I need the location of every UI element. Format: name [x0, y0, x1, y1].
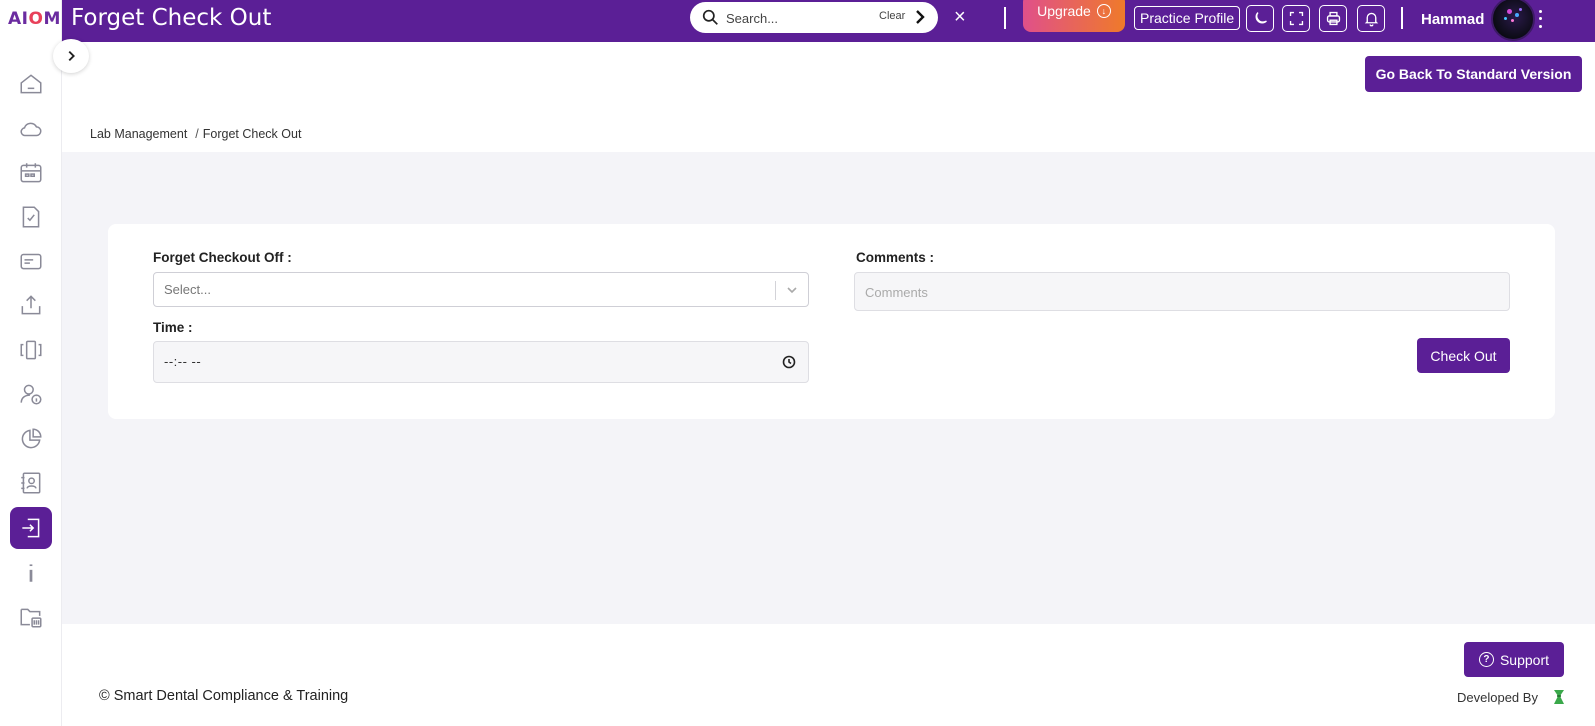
time-input[interactable]: --:-- --	[153, 341, 809, 383]
forget-checkout-label: Forget Checkout Off :	[153, 250, 292, 265]
developed-by-text: Developed By	[1457, 690, 1538, 705]
breadcrumb: Lab Management / Forget Check Out	[90, 127, 301, 141]
home-icon	[20, 74, 42, 94]
avatar[interactable]	[1491, 0, 1535, 41]
search-input[interactable]	[726, 8, 866, 28]
sidebar-item-home[interactable]	[10, 63, 52, 105]
dark-mode-button[interactable]	[1246, 5, 1274, 32]
compare-icon	[20, 340, 42, 360]
select-placeholder: Select...	[164, 282, 211, 297]
developer-logo-icon[interactable]	[1552, 688, 1566, 706]
print-icon	[1326, 11, 1340, 26]
upgrade-button[interactable]: Upgrade ↓	[1023, 0, 1125, 32]
bell-icon	[1364, 12, 1378, 27]
standard-version-button[interactable]: Go Back To Standard Version	[1365, 56, 1582, 92]
search-icon	[702, 9, 719, 26]
help-circle-icon: ?	[1478, 652, 1494, 667]
more-options-icon[interactable]	[1535, 5, 1545, 33]
breadcrumb-separator: /	[195, 127, 199, 141]
breadcrumb-parent[interactable]: Lab Management	[90, 127, 187, 141]
clock-icon[interactable]	[782, 355, 796, 369]
sidebar-item-cloud[interactable]	[10, 108, 52, 150]
comments-input[interactable]	[865, 283, 1485, 301]
practice-profile-button[interactable]: Practice Profile	[1134, 6, 1241, 30]
sidebar-item-archive[interactable]	[10, 596, 52, 638]
header-divider	[1401, 7, 1403, 29]
pie-chart-icon	[21, 428, 42, 449]
select-divider	[775, 281, 776, 300]
sidebar-item-user-info[interactable]	[10, 373, 52, 415]
time-label: Time :	[153, 320, 193, 335]
upgrade-label: Upgrade	[1037, 3, 1091, 19]
check-out-button[interactable]: Check Out	[1417, 338, 1510, 373]
chevron-right-icon	[916, 10, 925, 24]
page-title: Forget Check Out	[71, 5, 272, 31]
calendar-icon	[20, 163, 42, 183]
sidebar-item-checklist[interactable]	[10, 196, 52, 238]
app-logo[interactable]: AIOM	[8, 9, 61, 29]
card-icon	[20, 253, 42, 270]
sidebar-toggle-button[interactable]	[53, 39, 89, 73]
notifications-button[interactable]	[1357, 5, 1385, 32]
comments-field[interactable]	[854, 272, 1510, 311]
search-bar: Clear	[690, 2, 938, 33]
comments-label: Comments :	[856, 250, 935, 265]
contact-book-icon	[21, 472, 41, 494]
sidebar-item-calendar[interactable]	[10, 152, 52, 194]
cloud-icon	[20, 122, 42, 137]
sidebar: AIOM	[0, 0, 62, 726]
support-label: Support	[1499, 651, 1550, 668]
search-submit-button[interactable]	[912, 9, 928, 25]
checklist-icon	[22, 206, 40, 228]
info-icon	[29, 564, 33, 582]
arrow-down-circle-icon: ↓	[1096, 4, 1111, 18]
upload-icon	[21, 295, 41, 315]
chevron-right-icon	[68, 50, 75, 62]
breadcrumb-current: Forget Check Out	[202, 127, 302, 141]
fullscreen-icon	[1289, 11, 1303, 26]
folder-delete-icon	[20, 608, 42, 628]
top-header: Forget Check Out Clear × Upgrade ↓ Pract…	[62, 0, 1595, 42]
search-clear-button[interactable]: Clear	[879, 10, 905, 22]
close-search-button[interactable]: ×	[954, 6, 966, 29]
sidebar-item-reports[interactable]	[10, 418, 52, 460]
chevron-down-icon[interactable]	[785, 283, 799, 297]
checkout-form-card	[108, 224, 1555, 419]
moon-icon	[1255, 12, 1267, 24]
time-value: --:-- --	[164, 354, 202, 369]
support-button[interactable]: ? Support	[1464, 642, 1564, 677]
fullscreen-button[interactable]	[1282, 5, 1310, 32]
sidebar-item-upload[interactable]	[10, 284, 52, 326]
sidebar-item-contacts[interactable]	[10, 462, 52, 504]
sidebar-item-info[interactable]	[10, 551, 52, 593]
header-divider	[1004, 7, 1006, 29]
checkout-icon	[22, 518, 40, 538]
print-button[interactable]	[1319, 5, 1347, 32]
user-info-icon	[20, 384, 42, 405]
sidebar-item-card[interactable]	[10, 240, 52, 282]
username[interactable]: Hammad	[1421, 11, 1484, 28]
forget-checkout-select[interactable]: Select...	[153, 272, 809, 307]
sidebar-item-compare[interactable]	[10, 329, 52, 371]
sidebar-item-checkout[interactable]	[10, 507, 52, 549]
copyright-text: © Smart Dental Compliance & Training	[99, 688, 349, 704]
